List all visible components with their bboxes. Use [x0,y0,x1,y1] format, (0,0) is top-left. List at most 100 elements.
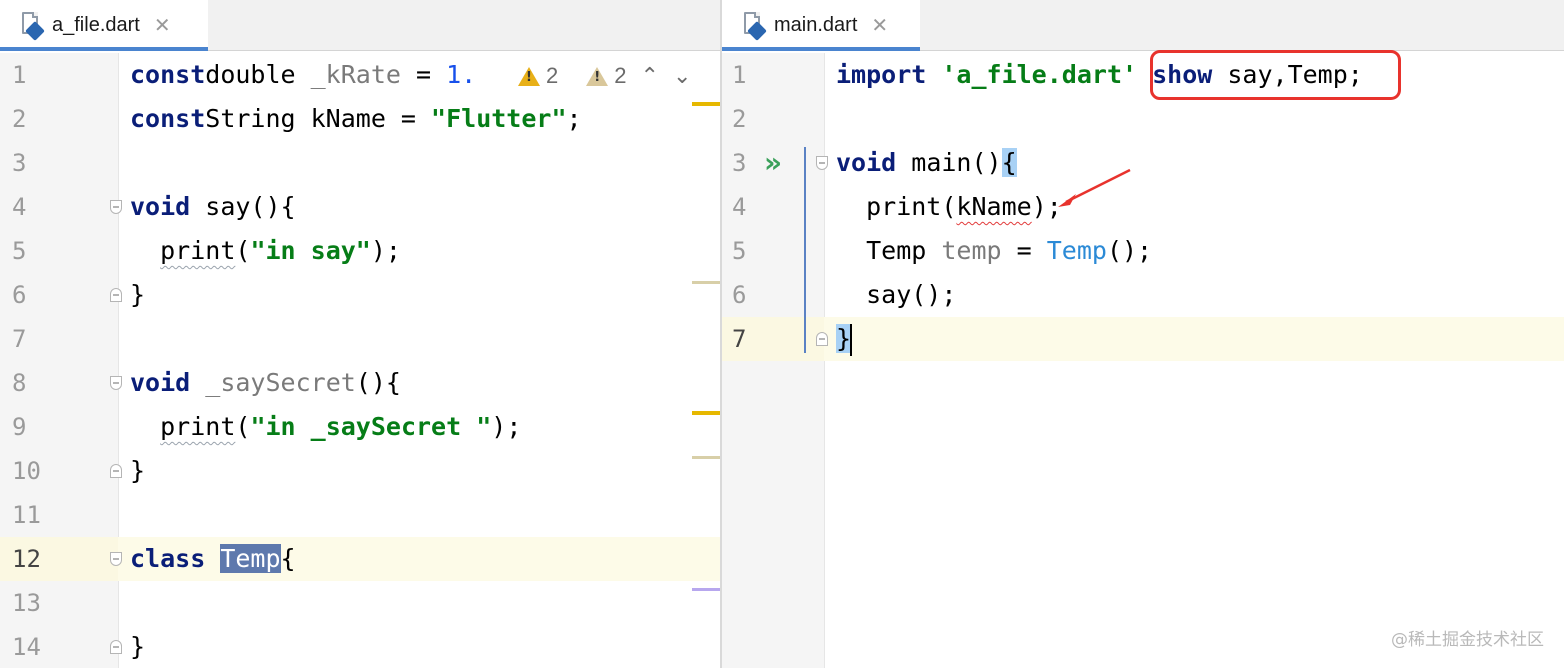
error-stripe-marker[interactable] [692,456,720,459]
tab-label: a_file.dart [52,13,140,36]
code-token: ); [370,236,401,265]
inspection-widget[interactable]: ! 2! 2 ⌃ ⌄ [510,61,691,91]
warning-icon: ! [518,66,540,86]
warning-count: 2 [546,63,559,88]
code-line[interactable]: 5 print("in say"); [0,229,720,273]
code-token: void [130,368,191,397]
code-text: } [130,625,145,668]
next-highlight-icon[interactable]: ⌄ [673,64,691,89]
code-token: } [130,280,146,309]
code-token: (){ [355,368,401,397]
tab-main-dart[interactable]: main.dart ✕ [722,0,920,51]
line-number: 12 [12,545,41,573]
line-number: 9 [12,413,27,441]
code-text: } [836,317,853,361]
code-line[interactable]: 7} [722,317,1564,361]
line-number: 7 [732,325,747,353]
left-editor-pane: a_file.dart ✕ 1 constdouble _kRate = 1. 2 c… [0,0,720,668]
fold-end-icon[interactable] [816,332,828,346]
code-text: class Temp{ [130,537,296,581]
line-number: 6 [732,281,747,309]
line-number: 3 [12,149,27,177]
code-line[interactable]: 1 import 'a_file.dart' show say,Temp; [722,53,1564,97]
code-line[interactable]: 2 [722,97,1564,141]
warning-indicator[interactable]: ! 2 [518,63,558,89]
code-line[interactable]: 6} [0,273,720,317]
dart-file-icon [742,12,767,41]
code-line[interactable]: 9 print("in _saySecret "); [0,405,720,449]
code-text: print("in _saySecret "); [130,405,521,449]
dart-file-icon [20,12,45,41]
annotation-box [1150,50,1401,100]
line-number: 2 [732,105,747,133]
error-stripe-marker[interactable] [692,102,720,106]
code-text: } [130,273,145,317]
fold-end-icon[interactable] [110,288,122,302]
code-line[interactable]: 8 void _saySecret(){ [0,361,720,405]
code-token: String kName = [205,104,432,133]
code-line[interactable]: 14} [0,625,720,668]
line-number: 6 [12,281,27,309]
code-token: } [836,324,852,353]
code-line[interactable]: 11 [0,493,720,537]
fold-start-icon[interactable] [816,156,828,170]
code-token: main() [896,148,1002,177]
line-number: 7 [12,325,27,353]
code-token: say(){ [190,192,296,221]
code-editor-left[interactable]: 1 constdouble _kRate = 1. 2 constString kNa… [0,53,720,668]
code-text: void say(){ [130,185,296,229]
fold-end-icon[interactable] [110,464,122,478]
weak-warning-indicator[interactable]: ! 2 [586,63,627,89]
code-token: class [130,544,206,573]
code-line[interactable]: 12 class Temp{ [0,537,720,581]
line-number: 5 [12,237,27,265]
error-stripe-marker[interactable] [692,411,720,415]
code-token: void [130,192,191,221]
error-stripe-marker[interactable] [692,588,720,591]
fold-start-icon[interactable] [110,200,122,214]
code-token: Temp [1046,236,1107,265]
code-text: constdouble _kRate = 1. [130,53,476,97]
fold-start-icon[interactable] [110,552,122,566]
code-token: 'a_file.dart' [941,60,1138,89]
code-line[interactable]: 3 [0,141,720,185]
left-tab-bar: a_file.dart ✕ [0,0,720,51]
tab-label: main.dart [774,13,858,36]
code-line[interactable]: 4 void say(){ [0,185,720,229]
line-number: 1 [12,61,27,89]
line-number: 11 [12,501,41,529]
code-text: print("in say"); [130,229,401,273]
error-stripe-marker[interactable] [692,281,720,284]
code-token: print [160,236,236,265]
code-line[interactable]: 5 Temp temp = Temp(); [722,229,1564,273]
code-token: Temp [220,544,281,573]
fold-start-icon[interactable] [110,376,122,390]
code-line[interactable]: 10} [0,449,720,493]
code-token: = [1001,236,1047,265]
code-token: kName [956,192,1032,221]
code-line[interactable]: 7 [0,317,720,361]
code-token: say(); [836,280,957,309]
close-icon[interactable]: ✕ [154,13,171,37]
code-token: ; [566,104,582,133]
close-icon[interactable]: ✕ [871,13,888,37]
tab-a-file-dart[interactable]: a_file.dart ✕ [0,0,208,51]
code-line[interactable]: 2 constString kName = "Flutter"; [0,97,720,141]
code-token: const [130,60,206,89]
fold-end-icon[interactable] [110,640,122,654]
code-line[interactable]: 6 say(); [722,273,1564,317]
code-token: import [836,60,927,89]
code-text: constString kName = "Flutter"; [130,97,582,141]
code-token: { [280,544,296,573]
code-text: void _saySecret(){ [130,361,401,405]
run-icon[interactable]: » [764,143,782,183]
code-editor-right[interactable]: 1 import 'a_file.dart' show say,Temp; 2 3 vo… [722,50,1564,668]
code-line[interactable]: 13 [0,581,720,625]
line-number: 4 [732,193,747,221]
code-text: Temp temp = Temp(); [836,229,1152,273]
code-text: } [130,449,145,493]
previous-highlight-icon[interactable]: ⌃ [641,64,659,89]
scope-indicator [804,147,806,353]
